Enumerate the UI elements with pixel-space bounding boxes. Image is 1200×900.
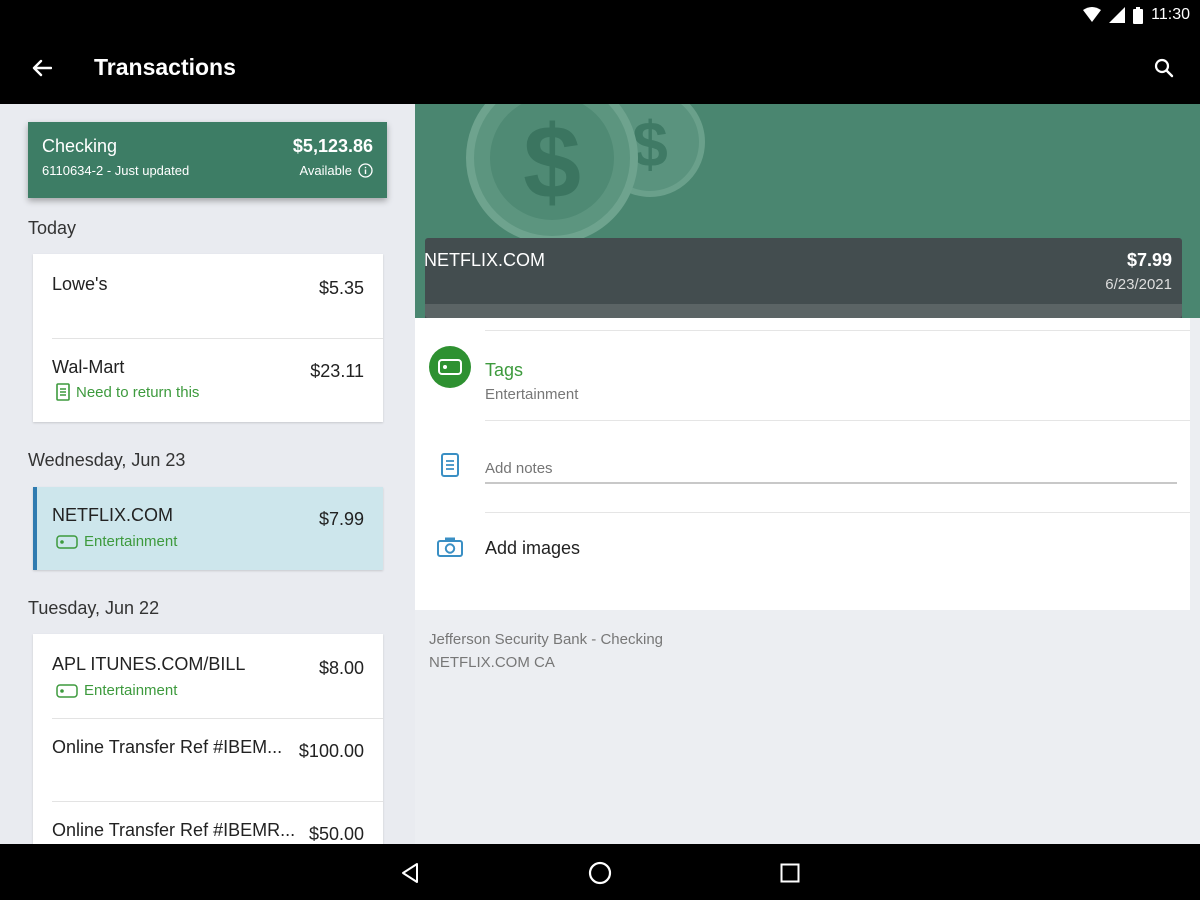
section-header-today: Today (28, 218, 77, 238)
account-subtitle: 6110634-2 - Just updated (42, 163, 190, 178)
account-source-line: Jefferson Security Bank - Checking (429, 631, 664, 648)
tags-row[interactable]: Tags Entertainment (415, 330, 1190, 418)
transaction-tag-text: Entertainment (84, 533, 178, 550)
tag-icon (56, 534, 78, 549)
tags-value: Entertainment (485, 386, 579, 403)
camera-icon (437, 537, 463, 557)
available-label: Available (299, 163, 373, 178)
transaction-card-today: Lowe's $5.35 Wal-Mart $23.11 Need to ret… (33, 254, 383, 422)
app-bar: Transactions (0, 32, 1200, 104)
divider (485, 420, 1190, 421)
status-bar: 11:30 (0, 0, 1200, 32)
battery-icon (1133, 6, 1144, 24)
nav-recents-icon (780, 863, 800, 883)
nav-recents-button[interactable] (775, 858, 805, 888)
notes-row (415, 440, 1190, 492)
transaction-note-text: Need to return this (76, 383, 200, 401)
transaction-name: Wal-Mart (52, 357, 125, 377)
search-button[interactable] (1148, 52, 1180, 84)
merchant-card-strip (425, 304, 1182, 318)
info-icon[interactable] (358, 163, 373, 178)
dollar-coins-icon: $ $ (466, 104, 705, 244)
tag-icon (56, 683, 78, 698)
transaction-row[interactable]: APL ITUNES.COM/BILL $8.00 Entertainment (33, 634, 383, 718)
note-icon (441, 453, 459, 477)
transaction-name: Lowe's (52, 274, 108, 294)
transaction-detail-pane: $ $ NETFLIX.COM $7.99 6/23/2021 Tags Ent… (415, 104, 1200, 844)
transaction-name: NETFLIX.COM (52, 505, 174, 525)
notes-input[interactable] (485, 454, 1177, 484)
transaction-tag: Entertainment (56, 682, 177, 699)
account-balance: $5,123.86 (292, 136, 373, 156)
transaction-amount: $8.00 (318, 658, 364, 678)
svg-text:$: $ (632, 108, 668, 180)
available-text: Available (299, 163, 352, 178)
description-line: NETFLIX.COM CA (429, 654, 555, 671)
transaction-amount: $50.00 (308, 824, 364, 844)
transaction-note: Need to return this (56, 383, 199, 401)
transaction-amount: $23.11 (310, 361, 364, 381)
wifi-icon (1083, 7, 1102, 22)
transaction-amount: $5.35 (318, 278, 364, 298)
account-name: Checking (42, 136, 118, 156)
transaction-row[interactable]: Online Transfer Ref #IBEMR... $50.00 (33, 802, 383, 844)
transaction-name: APL ITUNES.COM/BILL (52, 654, 246, 674)
transaction-row[interactable]: Lowe's $5.35 (33, 254, 383, 338)
section-header-wednesday: Wednesday, Jun 23 (28, 450, 186, 470)
transaction-amount: $7.99 (318, 509, 364, 529)
note-icon (56, 383, 70, 401)
detail-panel: Tags Entertainment Add images (415, 318, 1190, 610)
system-nav-bar (0, 844, 1200, 900)
nav-home-button[interactable] (585, 858, 615, 888)
transaction-row-selected[interactable]: NETFLIX.COM $7.99 Entertainment (33, 487, 383, 570)
section-header-tuesday: Tuesday, Jun 22 (28, 598, 160, 618)
transaction-card-selected: NETFLIX.COM $7.99 Entertainment (33, 487, 383, 570)
tag-icon (429, 346, 471, 388)
transaction-card-tuesday: APL ITUNES.COM/BILL $8.00 Entertainment … (33, 634, 383, 844)
transaction-name: Online Transfer Ref #IBEMR... (52, 820, 296, 840)
signal-icon (1109, 7, 1126, 23)
back-arrow-icon (32, 59, 52, 77)
divider (485, 512, 1190, 513)
add-images-row[interactable]: Add images (415, 514, 1190, 582)
nav-home-icon (588, 861, 612, 885)
transaction-row[interactable]: Wal-Mart $23.11 Need to return this (33, 339, 383, 422)
detail-merchant-name: NETFLIX.COM (424, 250, 546, 270)
detail-amount: $7.99 (1126, 250, 1172, 270)
page-title: Transactions (94, 54, 236, 80)
nav-back-button[interactable] (395, 858, 425, 888)
add-images-label: Add images (485, 538, 581, 558)
transaction-tag: Entertainment (56, 533, 177, 550)
transaction-tag-text: Entertainment (84, 682, 178, 699)
transaction-row[interactable]: Online Transfer Ref #IBEM... $100.00 (33, 719, 383, 801)
transaction-name: Online Transfer Ref #IBEM... (52, 737, 283, 757)
detail-date: 6/23/2021 (1105, 276, 1172, 293)
tags-title: Tags (485, 360, 524, 380)
status-icons: 11:30 (1083, 6, 1190, 24)
status-time: 11:30 (1151, 6, 1190, 23)
svg-text:$: $ (523, 105, 581, 221)
search-icon (1154, 58, 1174, 78)
transaction-list-pane: Checking 6110634-2 - Just updated $5,123… (0, 104, 415, 844)
back-button[interactable] (24, 52, 60, 84)
transaction-source-info: Jefferson Security Bank - Checking NETFL… (429, 628, 663, 674)
nav-back-icon (402, 863, 418, 883)
account-card[interactable]: Checking 6110634-2 - Just updated $5,123… (28, 122, 387, 198)
main-content: Checking 6110634-2 - Just updated $5,123… (0, 104, 1200, 844)
transaction-amount: $100.00 (298, 741, 364, 761)
